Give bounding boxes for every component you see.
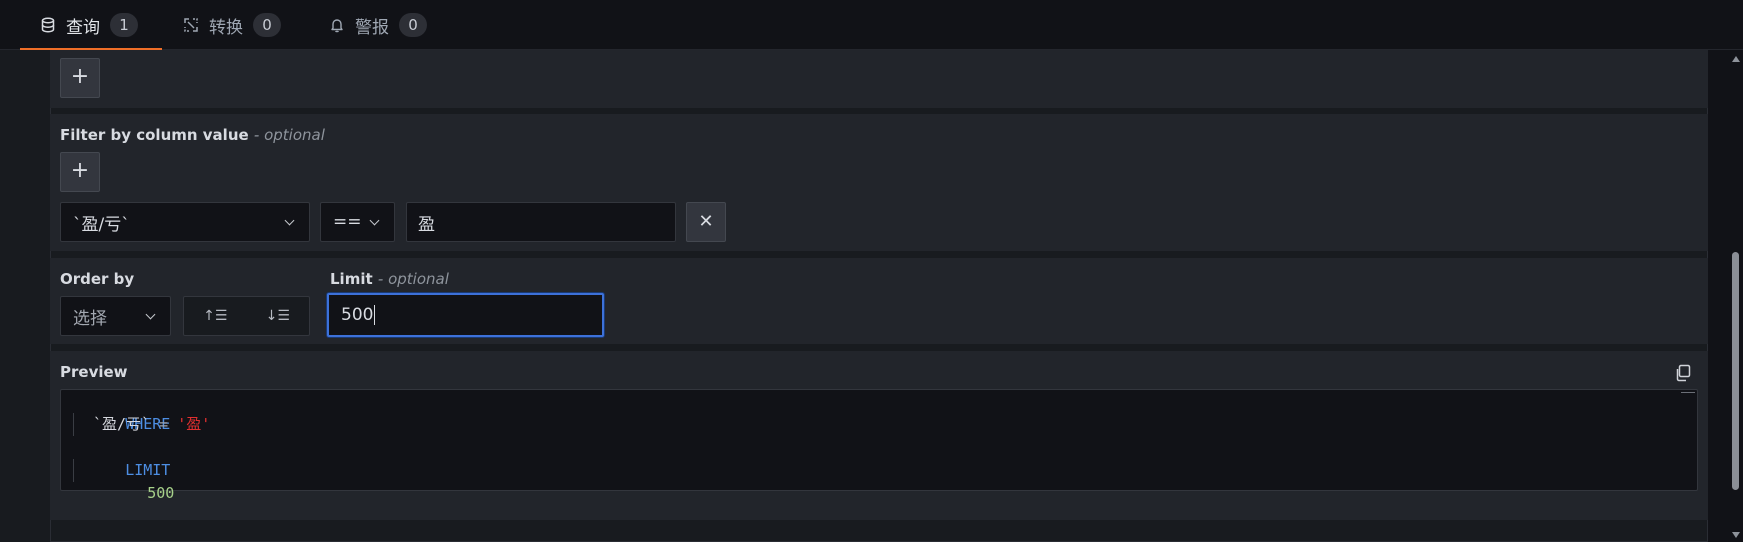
tab-query[interactable]: 查询 1 — [20, 0, 162, 50]
sql-string: '盈' — [177, 415, 211, 433]
sort-ascending-icon: ↑☰ — [203, 308, 228, 324]
limit-title-text: Limit — [330, 270, 373, 288]
indent-guide — [73, 413, 74, 436]
tab-alerts-count: 0 — [399, 13, 427, 37]
filter-column-value: `盈/亏` — [73, 214, 130, 235]
copy-icon[interactable] — [1674, 364, 1692, 382]
order-by-title: Order by — [60, 270, 135, 288]
tab-query-count: 1 — [110, 13, 138, 37]
limit-optional-tag: - optional — [377, 270, 449, 288]
filter-operator-value: == — [333, 212, 362, 232]
sql-line-limit-value: 500 — [93, 459, 174, 502]
tab-transform-count: 0 — [253, 13, 281, 37]
filter-value-input[interactable]: 盈 — [406, 202, 676, 242]
chevron-down-icon — [284, 215, 295, 225]
tab-alerts-label: 警报 — [355, 17, 389, 38]
sql-preview: WHERE `盈/亏` = '盈' LIMIT 500 — [60, 389, 1698, 502]
sql-identifier: `盈/亏` — [93, 415, 151, 433]
database-icon — [40, 17, 56, 33]
scroll-thumb[interactable] — [1732, 252, 1739, 490]
filter-value-text: 盈 — [418, 214, 435, 235]
limit-input-value: 500 — [341, 305, 374, 325]
sort-descending-icon: ↓☰ — [265, 308, 290, 324]
sort-direction-group: ↑☰ ↓☰ — [183, 296, 310, 336]
filter-title: Filter by column value - optional — [60, 126, 325, 144]
left-gutter — [0, 50, 50, 542]
filter-optional-tag: - optional — [253, 126, 325, 144]
sql-operator: = — [159, 415, 169, 433]
query-editor: 查询 1 转换 0 警报 0 + Filter by column value … — [0, 0, 1743, 542]
chevron-down-icon — [369, 215, 380, 225]
tab-query-label: 查询 — [66, 17, 100, 38]
filter-title-text: Filter by column value — [60, 126, 249, 144]
code-scroll-indicator — [1681, 392, 1695, 393]
text-cursor — [374, 305, 376, 325]
sort-ascending-button[interactable]: ↑☰ — [184, 297, 247, 335]
tab-bar: 查询 1 转换 0 警报 0 — [0, 0, 1743, 50]
chevron-down-icon — [145, 309, 156, 319]
transform-icon — [183, 17, 199, 33]
preview-title: Preview — [60, 363, 128, 381]
order-by-placeholder: 选择 — [73, 308, 107, 329]
tab-transform[interactable]: 转换 0 — [183, 0, 281, 50]
scroll-up-arrow-icon[interactable] — [1732, 56, 1740, 62]
indent-guide — [73, 459, 74, 482]
sql-line-where: WHERE — [71, 390, 170, 433]
tab-transform-label: 转换 — [209, 17, 243, 38]
sql-line-limit: LIMIT — [71, 436, 170, 479]
bell-icon — [329, 17, 345, 33]
remove-filter-button[interactable]: ✕ — [686, 202, 726, 242]
sql-line-condition: `盈/亏` = '盈' — [93, 413, 210, 436]
sql-number: 500 — [147, 484, 175, 502]
top-section — [50, 50, 1708, 108]
tab-alerts[interactable]: 警报 0 — [329, 0, 427, 50]
add-item-button[interactable]: + — [60, 58, 100, 98]
filter-operator-select[interactable]: == — [320, 202, 395, 242]
add-filter-button[interactable]: + — [60, 152, 100, 192]
limit-input[interactable]: 500 — [327, 293, 604, 337]
order-by-select[interactable]: 选择 — [60, 296, 171, 336]
scroll-down-arrow-icon[interactable] — [1732, 532, 1740, 538]
sort-descending-button[interactable]: ↓☰ — [247, 297, 310, 335]
filter-column-select[interactable]: `盈/亏` — [60, 202, 310, 242]
page-scrollbar[interactable] — [1729, 50, 1743, 542]
limit-title: Limit - optional — [330, 270, 449, 288]
